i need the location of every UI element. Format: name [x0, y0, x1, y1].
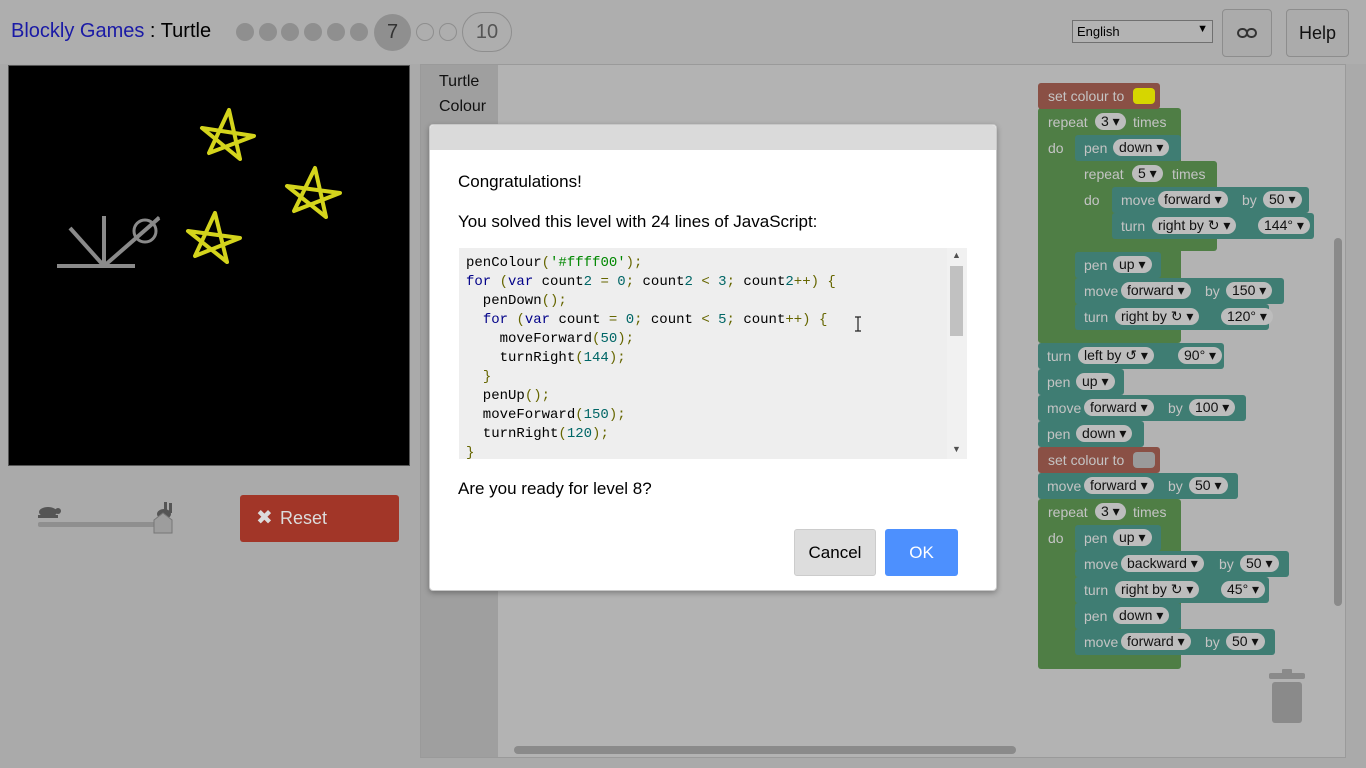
text-cursor-icon — [853, 316, 863, 332]
dialog-summary: You solved this level with 24 lines of J… — [458, 212, 818, 231]
ok-button[interactable]: OK — [885, 529, 958, 576]
code-scrollbar[interactable]: ▲ ▼ — [947, 248, 967, 459]
cancel-button[interactable]: Cancel — [794, 529, 876, 576]
dialog-title-bar[interactable] — [430, 125, 996, 150]
code-text: penColour('#ffff00'); for (var count2 = … — [466, 254, 836, 459]
code-line: penDown(); — [466, 293, 567, 309]
code-line: moveForward(150); — [466, 407, 626, 423]
code-line: } — [466, 445, 475, 459]
code-line: penColour('#ffff00'); — [466, 255, 643, 271]
code-line: for (var count = 0; count < 5; count++) … — [482, 312, 828, 328]
congratulations-dialog: Congratulations! You solved this level w… — [429, 124, 997, 591]
code-line: turnRight(144); — [466, 350, 626, 366]
scroll-thumb[interactable] — [950, 266, 963, 336]
code-line: penUp(); — [466, 388, 551, 404]
dialog-question: Are you ready for level 8? — [458, 479, 652, 498]
code-line: } — [482, 369, 492, 385]
code-line: moveForward(50); — [466, 331, 635, 347]
code-line: turnRight(120); — [466, 426, 609, 442]
code-view[interactable]: penColour('#ffff00'); for (var count2 = … — [459, 248, 967, 459]
code-line: for (var count2 = 0; count2 < 3; count2+… — [466, 274, 836, 290]
dialog-heading: Congratulations! — [458, 172, 582, 191]
scroll-up-icon[interactable]: ▲ — [952, 250, 961, 260]
scroll-down-icon[interactable]: ▼ — [952, 444, 961, 454]
